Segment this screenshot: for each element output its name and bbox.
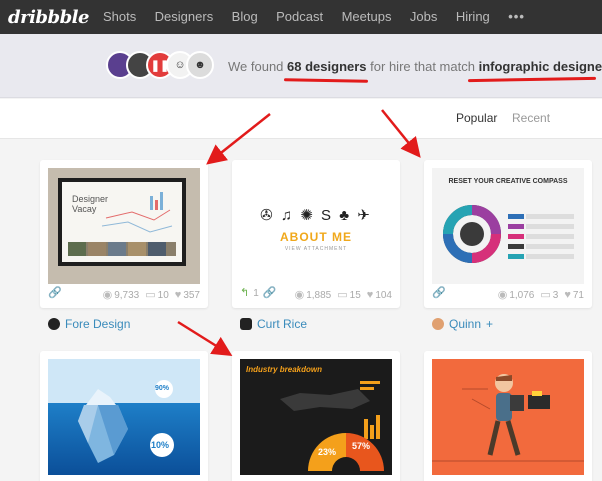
comments-count: 15 xyxy=(349,289,361,301)
comment-icon: ▭ xyxy=(337,288,348,301)
shot-thumbnail[interactable]: RESET YOUR CREATIVE COMPASS xyxy=(432,168,584,284)
nav-jobs[interactable]: Jobs xyxy=(410,9,437,24)
shot-thumbnail[interactable] xyxy=(432,359,584,475)
heart-icon[interactable]: ♥ xyxy=(367,289,374,301)
heart-icon[interactable]: ♥ xyxy=(175,289,182,301)
shot-card[interactable]: ✇ ♫ ✺ S ♣ ✈ ABOUT ME VIEW ATTACHMENT ↰ 1 … xyxy=(232,160,400,308)
compass-illustration xyxy=(443,205,574,263)
designer-link[interactable]: Quinn + xyxy=(432,317,493,331)
attachment-icon[interactable]: 🔗 xyxy=(432,288,446,299)
thumb-title: Industry breakdown xyxy=(246,365,323,374)
filter-bar: Popular Recent xyxy=(0,99,602,139)
designer-avatars: ❚❚ ☺ ☻ xyxy=(106,51,216,81)
top-nav: dribbble Shots Designers Blog Podcast Me… xyxy=(0,0,602,34)
views-count: 9,733 xyxy=(114,289,140,301)
shot-card[interactable] xyxy=(424,351,592,481)
nav-shots[interactable]: Shots xyxy=(103,9,136,24)
annotation-underline xyxy=(283,78,369,83)
attachment-icon[interactable]: 🔗 xyxy=(48,288,62,299)
designer-avatar[interactable] xyxy=(48,318,60,330)
views-count: 1,885 xyxy=(306,289,332,301)
designer-link[interactable]: Curt Rice xyxy=(240,317,307,331)
shot-card[interactable]: 90% 10% xyxy=(40,351,208,481)
character-illustration xyxy=(432,374,584,462)
eye-icon: ◉ xyxy=(102,288,113,301)
iceberg-illustration xyxy=(78,380,174,463)
comments-count: 10 xyxy=(157,289,169,301)
nav-blog[interactable]: Blog xyxy=(232,9,258,24)
search-query: infographic designer xyxy=(478,59,602,74)
designer-count[interactable]: 68 designers xyxy=(287,59,367,74)
tab-recent[interactable]: Recent xyxy=(512,111,550,125)
shot-thumbnail[interactable]: ✇ ♫ ✺ S ♣ ✈ ABOUT ME VIEW ATTACHMENT xyxy=(240,168,392,284)
infographic-illustration xyxy=(280,381,384,475)
heart-icon[interactable]: ♥ xyxy=(564,289,571,301)
shot-thumbnail[interactable]: Designer Vacay xyxy=(48,168,200,284)
icon-row-illustration: ✇ ♫ ✺ S ♣ ✈ xyxy=(260,207,372,224)
nav-podcast[interactable]: Podcast xyxy=(276,9,323,24)
likes-count: 357 xyxy=(183,289,200,301)
likes-count: 71 xyxy=(572,289,584,301)
attachment-icon[interactable]: 🔗 xyxy=(263,288,277,299)
designer-avatar[interactable] xyxy=(432,318,444,330)
annotation-underline xyxy=(467,76,597,83)
shot-thumbnail[interactable]: 90% 10% xyxy=(48,359,200,475)
avatar[interactable]: ☻ xyxy=(186,51,214,79)
eye-icon: ◉ xyxy=(294,288,305,301)
rebounds-count: 1 xyxy=(253,288,259,299)
nav-meetups[interactable]: Meetups xyxy=(342,9,392,24)
comments-count: 3 xyxy=(552,289,559,301)
search-result-banner: ❚❚ ☺ ☻ We found 68 designers for hire th… xyxy=(0,34,602,98)
pro-badge: + xyxy=(486,317,494,331)
banner-text: We found 68 designers for hire that matc… xyxy=(228,59,602,74)
comment-icon: ▭ xyxy=(540,288,551,301)
designer-avatar[interactable] xyxy=(240,318,252,330)
shot-card[interactable]: RESET YOUR CREATIVE COMPASS 🔗 ◉ 1,076 ▭ 3 … xyxy=(424,160,592,308)
eye-icon: ◉ xyxy=(497,288,508,301)
shot-stats: 🔗 ◉ 9,733 ▭ 10 ♥ 357 xyxy=(48,288,200,302)
shot-stats: ↰ 1 🔗 ◉ 1,885 ▭ 15 ♥ 104 xyxy=(240,288,392,302)
shot-card[interactable]: Industry breakdown 23% 57% xyxy=(232,351,400,481)
comment-icon: ▭ xyxy=(145,288,156,301)
views-count: 1,076 xyxy=(509,289,535,301)
shot-thumbnail[interactable]: Industry breakdown 23% 57% xyxy=(240,359,392,475)
nav-hiring[interactable]: Hiring xyxy=(456,9,490,24)
designer-link[interactable]: Fore Design xyxy=(48,317,130,331)
tab-popular[interactable]: Popular xyxy=(456,111,497,125)
dribbble-logo[interactable]: dribbble xyxy=(8,7,89,28)
shot-card[interactable]: Designer Vacay 🔗 ◉ 9,733 ▭ 10 ♥ 357 xyxy=(40,160,208,308)
rebound-icon[interactable]: ↰ xyxy=(240,288,249,299)
nav-designers[interactable]: Designers xyxy=(155,9,214,24)
likes-count: 104 xyxy=(375,289,392,301)
shot-stats: 🔗 ◉ 1,076 ▭ 3 ♥ 71 xyxy=(432,288,584,302)
nav-menu: Shots Designers Blog Podcast Meetups Job… xyxy=(103,8,525,26)
more-menu-icon[interactable]: ••• xyxy=(508,9,525,24)
